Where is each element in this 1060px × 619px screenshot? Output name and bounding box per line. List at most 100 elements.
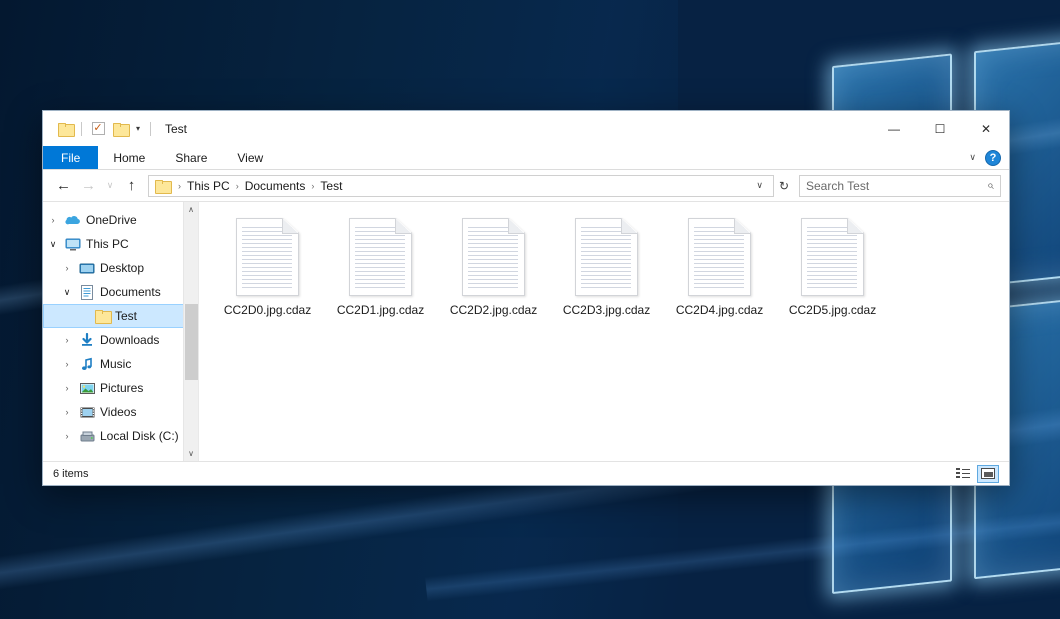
monitor-icon [63,238,83,251]
file-name: CC2D5.jpg.cdaz [789,303,876,317]
expander-icon[interactable]: › [57,431,77,441]
search-box[interactable]: Search Test ⌕ [799,175,1001,197]
details-view-icon [956,468,970,479]
expander-icon[interactable]: › [57,359,77,369]
address-bar[interactable]: › This PC › Documents › Test ∨ [148,175,774,197]
large-icons-view-button[interactable] [977,465,999,483]
sidebar-item-documents[interactable]: ∨ Documents [43,280,198,304]
tab-view[interactable]: View [222,146,278,169]
sidebar-item-videos[interactable]: › Videos [43,400,198,424]
sidebar-item-onedrive[interactable]: › OneDrive [43,208,198,232]
sidebar-item-label: This PC [83,237,129,251]
refresh-icon[interactable]: ↻ [774,179,794,193]
file-name: CC2D1.jpg.cdaz [337,303,424,317]
new-folder-icon[interactable] [109,118,131,140]
address-bar-row: ← → ∨ ↑ › This PC › Documents › Test ∨ ↻… [43,170,1009,201]
navigation-pane-scrollbar[interactable]: ∧ ∨ [183,202,198,461]
sidebar-item-label: Documents [97,285,161,299]
documents-icon [77,285,97,300]
drive-icon [77,430,97,443]
breadcrumb-test[interactable]: Test [317,179,345,193]
window-body: › OneDrive ∨ This PC › Desktop [43,201,1009,461]
sidebar-item-music[interactable]: › Music [43,352,198,376]
window-controls: — ☐ ✕ [871,111,1009,146]
file-list-pane[interactable]: CC2D0.jpg.cdaz CC2D1.jpg.cdaz CC2D2.jpg.… [198,202,1009,461]
sidebar-item-label: Downloads [97,333,159,347]
videos-icon [77,406,97,419]
file-name: CC2D4.jpg.cdaz [676,303,763,317]
generic-file-icon [801,218,864,296]
status-bar: 6 items [43,461,1009,485]
address-dropdown-icon[interactable]: ∨ [750,180,769,191]
sidebar-item-desktop[interactable]: › Desktop [43,256,198,280]
view-buttons [952,465,999,483]
minimize-button[interactable]: — [871,111,917,146]
sidebar-item-test[interactable]: Test [43,304,198,328]
file-item[interactable]: CC2D0.jpg.cdaz [211,214,324,332]
scrollbar-thumb[interactable] [185,304,198,380]
navigation-pane: › OneDrive ∨ This PC › Desktop [43,202,198,461]
back-button[interactable]: ← [51,173,76,198]
details-view-button[interactable] [952,465,974,483]
address-folder-icon [155,180,170,192]
sidebar-item-label: Videos [97,405,136,419]
breadcrumb-documents[interactable]: Documents [242,179,309,193]
sidebar-item-pictures[interactable]: › Pictures [43,376,198,400]
folder-icon[interactable] [54,118,76,140]
tab-share[interactable]: Share [160,146,222,169]
up-button[interactable]: ↑ [119,173,144,198]
breadcrumb-this-pc[interactable]: This PC [184,179,233,193]
properties-icon[interactable]: ✓ [87,118,109,140]
scroll-up-icon[interactable]: ∧ [184,202,199,217]
expander-icon[interactable]: ∨ [43,239,63,250]
title-bar: ✓ ▾ Test — ☐ ✕ [43,111,1009,146]
recent-locations-icon[interactable]: ∨ [101,173,119,198]
scroll-down-icon[interactable]: ∨ [184,446,199,461]
sidebar-item-label: Desktop [97,261,144,275]
file-grid: CC2D0.jpg.cdaz CC2D1.jpg.cdaz CC2D2.jpg.… [199,202,1009,332]
search-icon: ⌕ [987,178,994,193]
search-input[interactable]: Search Test [806,179,987,193]
expander-icon[interactable]: › [57,383,77,393]
generic-file-icon [236,218,299,296]
generic-file-icon [575,218,638,296]
window-title: Test [165,122,187,136]
file-item[interactable]: CC2D5.jpg.cdaz [776,214,889,332]
download-icon [77,333,97,347]
expand-ribbon-icon[interactable]: ∨ [964,152,981,163]
file-item[interactable]: CC2D2.jpg.cdaz [437,214,550,332]
quick-access-toolbar: ✓ ▾ Test [43,111,187,146]
item-count-label: 6 items [53,468,88,480]
expander-icon[interactable]: › [43,215,63,225]
cloud-icon [63,214,83,226]
scrollbar-track[interactable] [184,217,199,446]
expander-icon[interactable]: › [57,335,77,345]
folder-icon [92,310,112,322]
expander-icon[interactable]: › [57,407,77,417]
tab-home[interactable]: Home [98,146,160,169]
sidebar-item-label: Music [97,357,131,371]
file-item[interactable]: CC2D1.jpg.cdaz [324,214,437,332]
customize-dropdown-icon[interactable]: ▾ [131,111,145,146]
sidebar-item-label: Pictures [97,381,143,395]
close-button[interactable]: ✕ [963,111,1009,146]
expander-icon[interactable]: ∨ [57,287,77,298]
generic-file-icon [688,218,751,296]
file-name: CC2D3.jpg.cdaz [563,303,650,317]
file-item[interactable]: CC2D3.jpg.cdaz [550,214,663,332]
maximize-button[interactable]: ☐ [917,111,963,146]
breadcrumb-separator: › [175,181,184,191]
sidebar-item-downloads[interactable]: › Downloads [43,328,198,352]
generic-file-icon [349,218,412,296]
expander-icon[interactable]: › [57,263,77,273]
sidebar-item-local-disk-c[interactable]: › Local Disk (C:) [43,424,198,448]
sidebar-item-this-pc[interactable]: ∨ This PC [43,232,198,256]
sidebar-item-label: Local Disk (C:) [97,429,179,443]
help-icon[interactable]: ? [985,150,1001,166]
file-item[interactable]: CC2D4.jpg.cdaz [663,214,776,332]
forward-button[interactable]: → [76,173,101,198]
desktop-icon [77,262,97,275]
file-name: CC2D2.jpg.cdaz [450,303,537,317]
sidebar-item-label: OneDrive [83,213,137,227]
tab-file[interactable]: File [43,146,98,169]
